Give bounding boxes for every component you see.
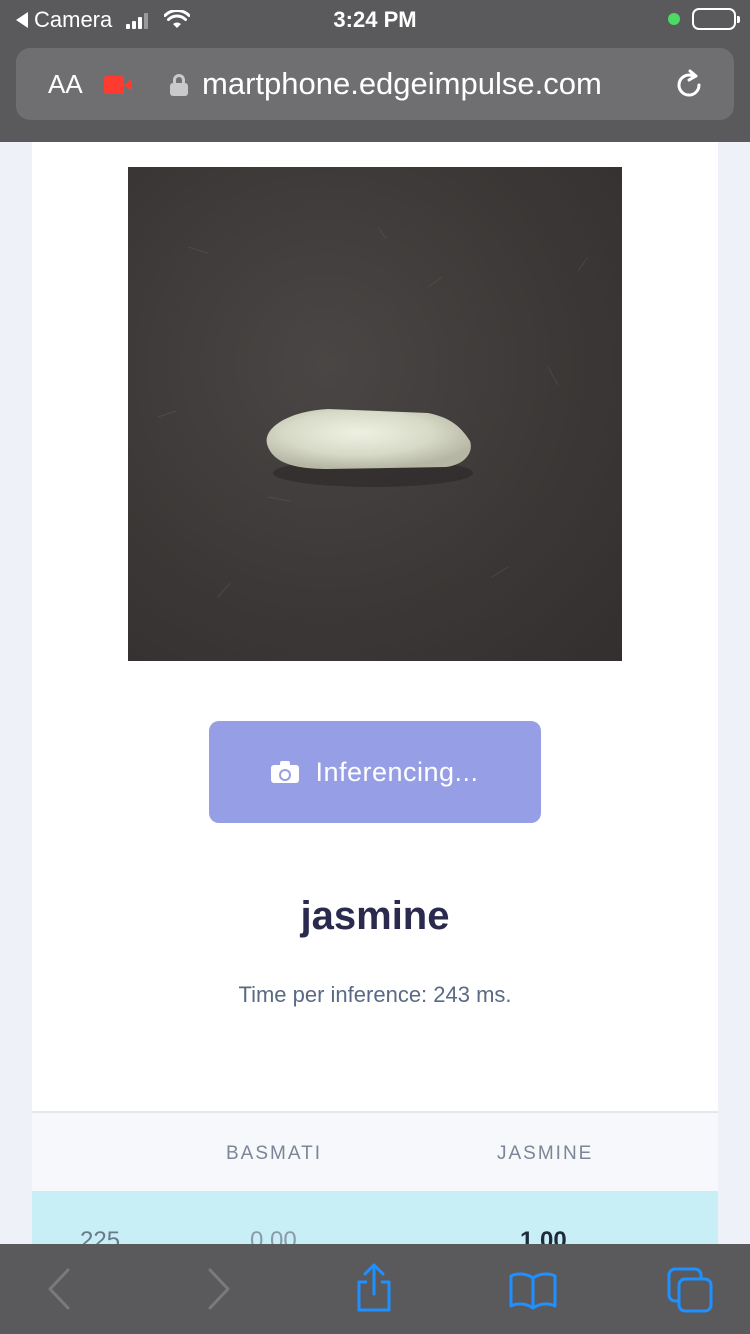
text-size-label: AA xyxy=(48,69,83,99)
camera-icon xyxy=(271,761,300,783)
column-header-basmati: BASMATI xyxy=(226,1143,322,1164)
browser-chrome: Camera 3:24 PM AA martphone.edgeimpulse.… xyxy=(0,0,750,142)
status-time: 3:24 PM xyxy=(333,7,417,32)
reload-icon[interactable] xyxy=(672,68,706,102)
web-page: Inferencing... jasmine Time per inferenc… xyxy=(0,142,750,1244)
address-bar[interactable]: AA martphone.edgeimpulse.com xyxy=(16,48,734,120)
tabs-icon[interactable] xyxy=(666,1266,716,1314)
text-size-button[interactable]: AA xyxy=(48,68,83,100)
classification-result: jasmine xyxy=(300,894,450,938)
status-bar: Camera 3:24 PM xyxy=(0,0,750,42)
nav-back-icon[interactable] xyxy=(44,1266,74,1312)
record-icon[interactable] xyxy=(104,76,134,94)
url-text[interactable]: martphone.edgeimpulse.com xyxy=(202,66,602,102)
cell-timestamp: 225 xyxy=(80,1227,121,1244)
capture-button[interactable]: Inferencing... xyxy=(209,721,541,823)
camera-in-use-indicator xyxy=(668,13,680,25)
capture-button-label: Inferencing... xyxy=(315,756,479,787)
content-card: Inferencing... jasmine Time per inferenc… xyxy=(32,142,718,1244)
nav-forward-icon[interactable] xyxy=(204,1266,234,1312)
status-right xyxy=(668,8,740,30)
cell-basmati: 0.00 xyxy=(250,1227,297,1244)
cell-jasmine: 1.00 xyxy=(520,1227,567,1244)
browser-toolbar xyxy=(0,1244,750,1334)
table-row: 225 0.00 1.00 xyxy=(32,1191,718,1244)
camera-preview xyxy=(128,167,622,661)
battery-icon xyxy=(692,8,740,30)
bookmarks-icon[interactable] xyxy=(508,1270,558,1310)
rice-grain-image xyxy=(157,226,589,598)
lock-icon xyxy=(170,74,188,96)
results-table-header: BASMATI JASMINE xyxy=(32,1111,718,1193)
share-icon[interactable] xyxy=(354,1262,394,1314)
inference-time: Time per inference: 243 ms. xyxy=(238,982,512,1007)
column-header-jasmine: JASMINE xyxy=(497,1143,594,1164)
